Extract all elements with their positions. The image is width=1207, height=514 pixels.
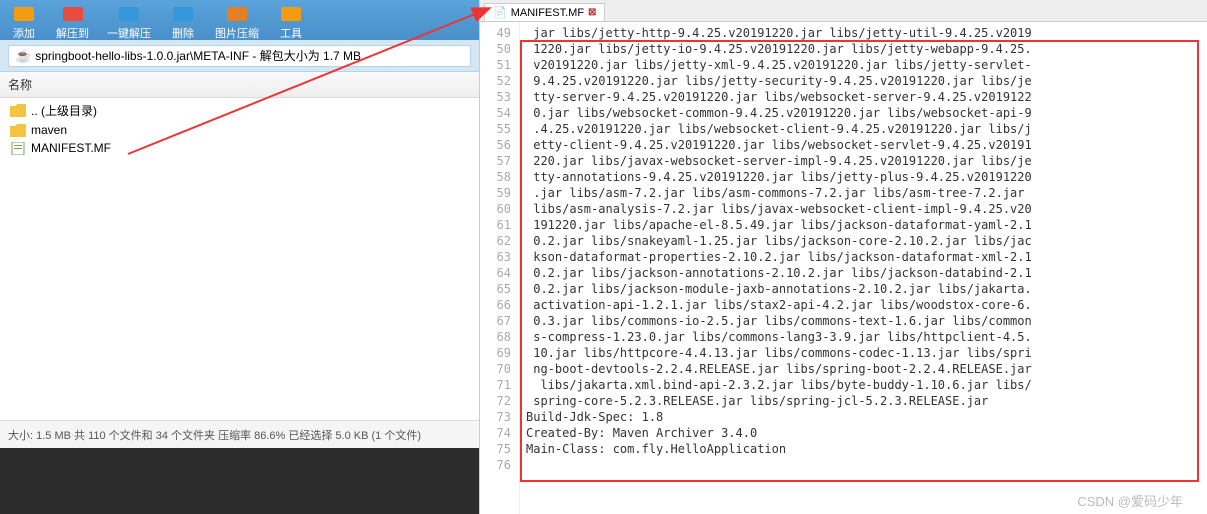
path-text: springboot-hello-libs-1.0.0.jar\META-INF… [35,47,361,64]
code-area: 49 50 51 52 53 54 55 56 57 58 59 60 61 6… [480,22,1207,514]
toolbar-icon [169,3,197,25]
toolbar-icon [59,3,87,25]
toolbar-icon [10,3,38,25]
toolbar-button[interactable]: 删除 [169,3,197,40]
path-bar: ☕ springboot-hello-libs-1.0.0.jar\META-I… [0,40,479,72]
column-header-name[interactable]: 名称 [0,72,479,98]
tab-label: MANIFEST.MF [511,7,584,19]
file-label: .. (上级目录) [31,102,97,119]
file-item[interactable]: MANIFEST.MF [6,139,473,157]
toolbar-button[interactable]: 添加 [10,3,38,40]
toolbar-label: 添加 [13,25,35,40]
tab-manifest[interactable]: 📄 MANIFEST.MF ⊠ [484,3,605,21]
file-item[interactable]: maven [6,121,473,139]
file-list: .. (上级目录) maven MANIFEST.MF [0,98,479,420]
file-icon [10,142,26,155]
toolbar: 添加 解压到 一键解压 删除 图片压缩 工具 [0,0,479,40]
watermark: CSDN @爱码少年 [1077,491,1183,510]
close-icon[interactable]: ⊠ [588,7,596,18]
path-field[interactable]: ☕ springboot-hello-libs-1.0.0.jar\META-I… [8,45,471,67]
toolbar-button[interactable]: 一键解压 [107,3,151,40]
toolbar-label: 图片压缩 [215,25,259,40]
status-text: 大小: 1.5 MB 共 110 个文件和 34 个文件夹 压缩率 86.6% … [8,427,421,443]
toolbar-icon [223,3,251,25]
file-explorer-panel: 添加 解压到 一键解压 删除 图片压缩 工具 ☕ springboot-hello-lib… [0,0,480,514]
toolbar-button[interactable]: 工具 [277,3,305,40]
folder-icon [10,124,26,137]
toolbar-button[interactable]: 图片压缩 [215,3,259,40]
tab-strip: 📄 MANIFEST.MF ⊠ [480,0,1207,22]
toolbar-label: 解压到 [56,25,89,40]
line-gutter: 49 50 51 52 53 54 55 56 57 58 59 60 61 6… [480,22,520,514]
file-item[interactable]: .. (上级目录) [6,100,473,121]
java-icon: ☕ [15,48,31,64]
toolbar-label: 删除 [172,25,194,40]
toolbar-label: 一键解压 [107,25,151,40]
toolbar-button[interactable]: 解压到 [56,3,89,40]
editor-panel: 📄 MANIFEST.MF ⊠ 49 50 51 52 53 54 55 56 … [480,0,1207,514]
file-icon: 📄 [493,6,507,19]
folder-icon [10,104,26,117]
file-label: MANIFEST.MF [31,141,111,155]
toolbar-icon [115,3,143,25]
toolbar-label: 工具 [280,25,302,40]
file-label: maven [31,123,67,137]
code-text[interactable]: jar libs/jetty-http-9.4.25.v20191220.jar… [520,22,1207,514]
status-bar: 大小: 1.5 MB 共 110 个文件和 34 个文件夹 压缩率 86.6% … [0,420,479,448]
toolbar-icon [277,3,305,25]
dark-panel [0,448,479,514]
